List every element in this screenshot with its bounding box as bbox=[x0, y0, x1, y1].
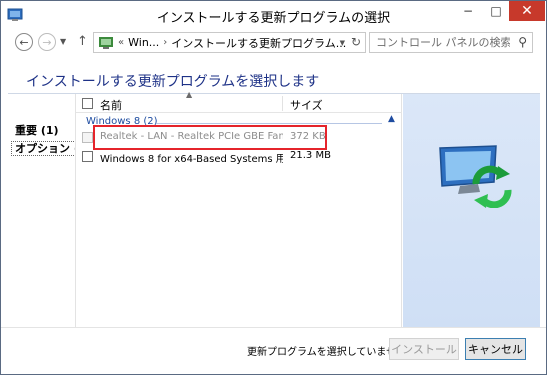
forward-button[interactable]: → bbox=[38, 33, 56, 51]
column-name[interactable]: 名前 bbox=[100, 97, 122, 113]
sort-ascending-icon: ▲ bbox=[186, 90, 193, 99]
back-button[interactable]: ← bbox=[15, 33, 33, 51]
update-size: 21.3 MB bbox=[290, 150, 331, 161]
chevron-down-icon[interactable]: ▼ bbox=[340, 39, 345, 47]
column-divider[interactable] bbox=[282, 96, 283, 111]
footer-divider bbox=[1, 327, 546, 328]
breadcrumb-current[interactable]: インストールする更新プログラム... bbox=[171, 35, 346, 51]
search-icon[interactable]: ⚲ bbox=[518, 35, 527, 49]
list-item[interactable]: Windows 8 for x64-Based Systems 用更... 21… bbox=[76, 149, 402, 165]
row-checkbox[interactable] bbox=[82, 132, 93, 143]
breadcrumb-parent[interactable]: Win... bbox=[128, 36, 159, 49]
row-checkbox[interactable] bbox=[82, 151, 93, 162]
install-button[interactable]: インストール bbox=[389, 338, 459, 360]
category-important[interactable]: 重要 (1) bbox=[15, 122, 59, 138]
maximize-button[interactable]: □ bbox=[483, 1, 509, 21]
highlight-box bbox=[93, 125, 327, 150]
navigation-bar: ← → ▼ ↑ « Win... › インストールする更新プログラム... ▼ … bbox=[1, 29, 546, 53]
category-pane: 重要 (1) オプション (2) bbox=[8, 94, 96, 327]
search-box[interactable]: ⚲ bbox=[369, 32, 533, 53]
update-selection-window: インストールする更新プログラムの選択 − □ ✕ ← → ▼ ↑ « Win..… bbox=[0, 0, 547, 375]
address-bar[interactable]: « Win... › インストールする更新プログラム... ▼ ↻ bbox=[93, 32, 366, 53]
refresh-icon[interactable]: ↻ bbox=[351, 35, 361, 49]
search-input[interactable] bbox=[370, 33, 510, 52]
select-all-checkbox[interactable] bbox=[82, 98, 93, 109]
page-title: インストールする更新プログラムを選択します bbox=[26, 74, 320, 90]
arrow-left-icon: ← bbox=[19, 35, 29, 49]
recent-locations-dropdown[interactable]: ▼ bbox=[60, 37, 66, 46]
title-bar: インストールする更新プログラムの選択 − □ ✕ bbox=[1, 1, 546, 29]
address-overflow[interactable]: « bbox=[118, 37, 124, 48]
collapse-icon[interactable]: ▲ bbox=[388, 114, 395, 124]
cancel-button[interactable]: キャンセル bbox=[465, 338, 526, 360]
group-divider bbox=[156, 123, 382, 124]
control-panel-icon bbox=[99, 36, 113, 49]
update-name: Windows 8 for x64-Based Systems 用更... bbox=[100, 154, 283, 165]
minimize-button[interactable]: − bbox=[455, 1, 481, 21]
details-pane bbox=[403, 94, 540, 327]
arrow-right-icon: → bbox=[42, 35, 52, 49]
breadcrumb-separator[interactable]: › bbox=[163, 37, 167, 48]
close-button[interactable]: ✕ bbox=[509, 1, 545, 21]
up-button[interactable]: ↑ bbox=[77, 34, 88, 49]
windows-update-icon bbox=[439, 145, 512, 208]
arrow-up-icon: ↑ bbox=[77, 34, 88, 49]
column-size[interactable]: サイズ bbox=[290, 97, 323, 113]
column-header: ▲ 名前 サイズ bbox=[76, 90, 402, 113]
